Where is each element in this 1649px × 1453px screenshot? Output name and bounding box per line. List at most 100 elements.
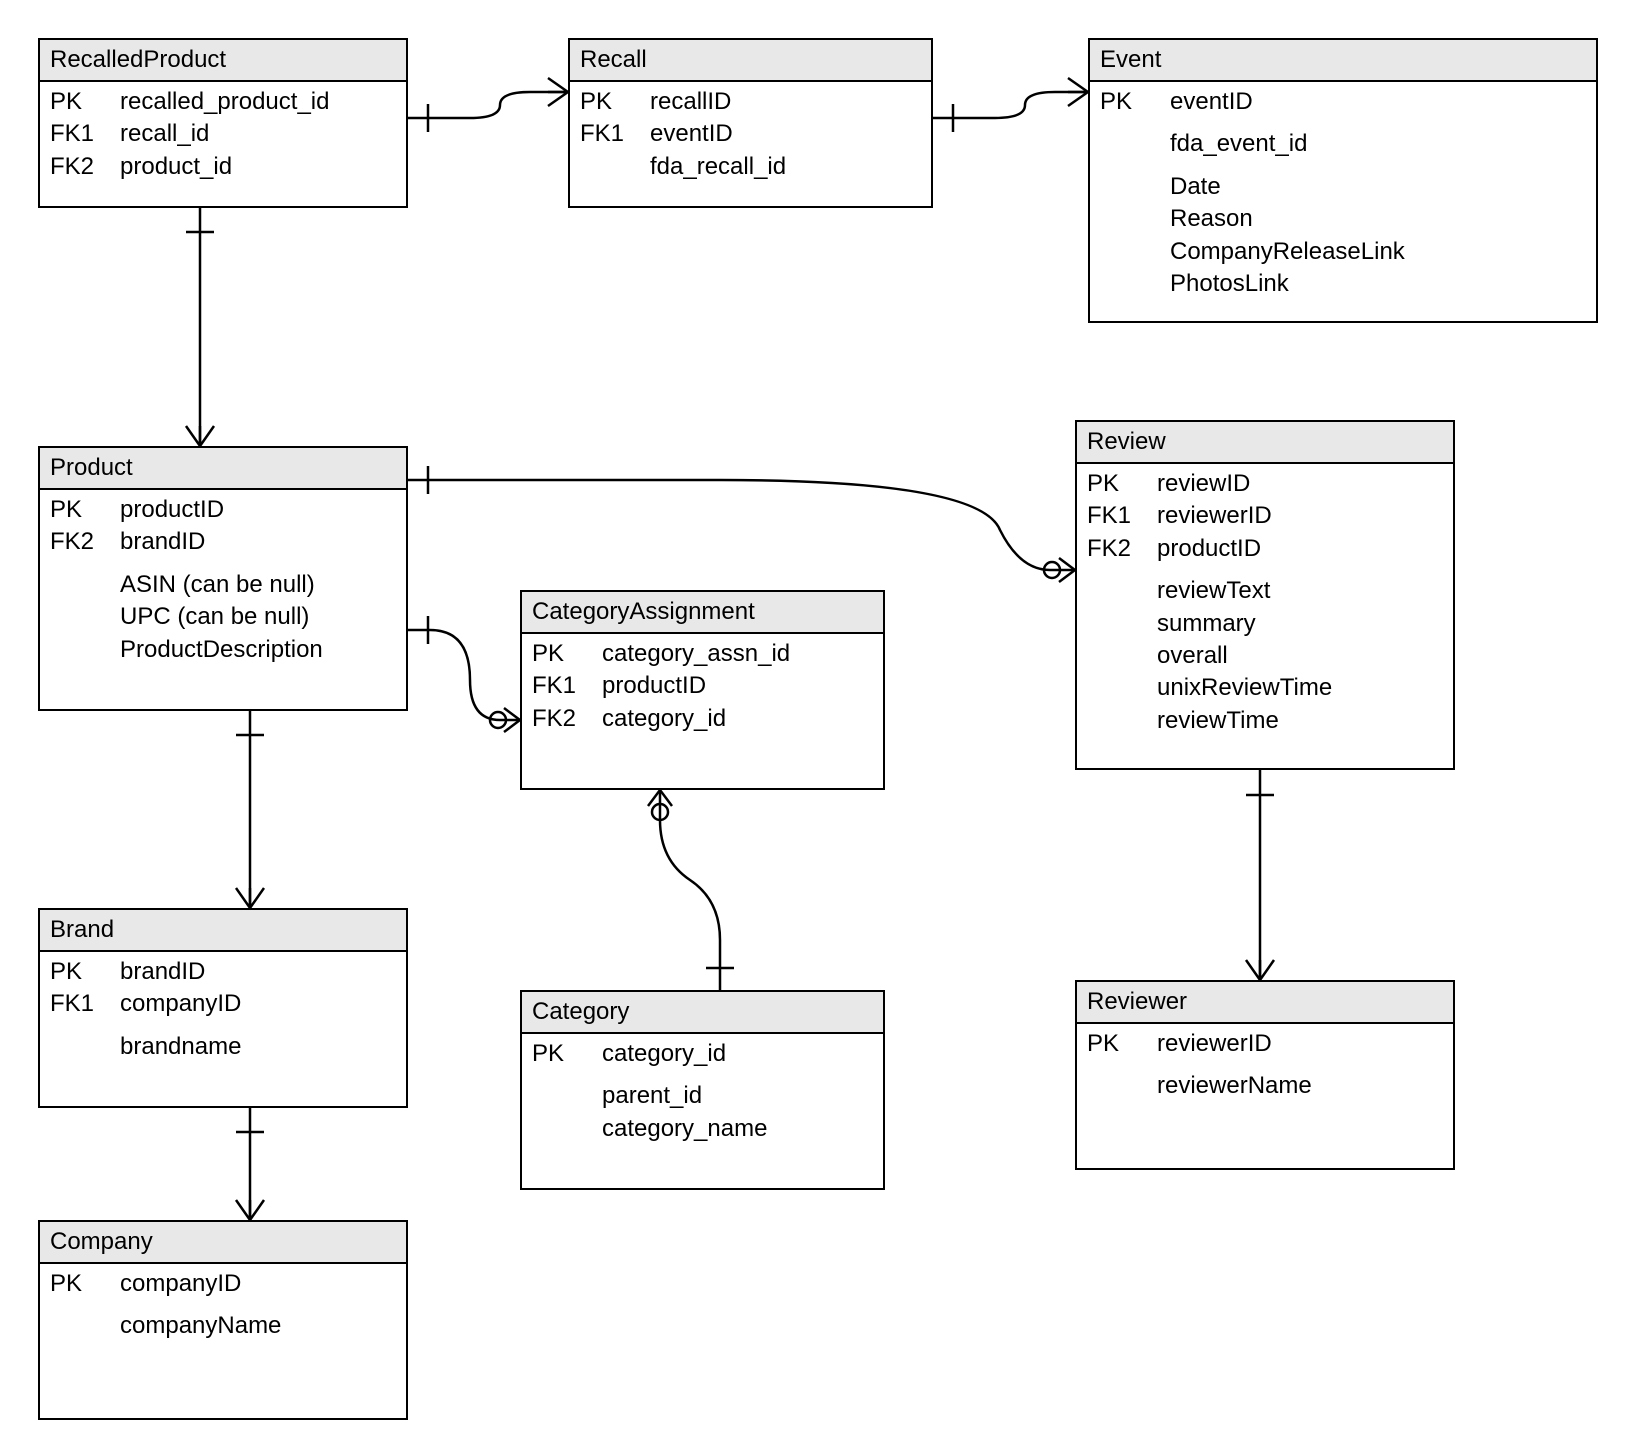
key-label: FK2 — [532, 703, 602, 735]
key-label: FK2 — [1087, 533, 1157, 565]
key-label: PK — [1100, 86, 1170, 118]
attribute-row: Reason — [1090, 203, 1596, 235]
attribute-name: reviewTime — [1157, 705, 1443, 737]
entity-recall: RecallPKrecallIDFK1eventIDfda_recall_id — [568, 38, 933, 208]
key-label: FK2 — [50, 151, 120, 183]
attribute-name: CompanyReleaseLink — [1170, 236, 1586, 268]
attribute-name: eventID — [650, 118, 921, 150]
attribute-row: reviewText — [1077, 575, 1453, 607]
attribute-name: reviewerName — [1157, 1070, 1443, 1102]
entity-product: Product PKproductIDFK2brandID ASIN (can be… — [38, 446, 408, 711]
entity-body: PKproductIDFK2brandID ASIN (can be null)U… — [40, 490, 406, 676]
attribute-name: category_id — [602, 703, 873, 735]
entity-title: Event — [1090, 40, 1596, 82]
attribute-name: companyID — [120, 988, 396, 1020]
attribute-row: FK2productID — [1077, 533, 1453, 565]
key-label: PK — [50, 956, 120, 988]
entity-review: ReviewPKreviewIDFK1reviewerIDFK2productI… — [1075, 420, 1455, 770]
attribute-name: unixReviewTime — [1157, 672, 1443, 704]
row-gap — [40, 1300, 406, 1310]
attribute-name: brandID — [120, 526, 396, 558]
attribute-name: ProductDescription — [120, 634, 396, 666]
attribute-name: reviewID — [1157, 468, 1443, 500]
attribute-row: PKproductID — [40, 494, 406, 526]
attribute-row: PKreviewerID — [1077, 1028, 1453, 1060]
attribute-name: companyID — [120, 1268, 396, 1300]
entity-title: Reviewer — [1077, 982, 1453, 1024]
attribute-row: ProductDescription — [40, 634, 406, 666]
attribute-row: PhotosLink — [1090, 268, 1596, 300]
key-label: FK1 — [532, 670, 602, 702]
attribute-name: product_id — [120, 151, 396, 183]
entity-body: PKcategory_idparent_idcategory_name — [522, 1034, 883, 1155]
key-label: PK — [532, 1038, 602, 1070]
attribute-row: summary — [1077, 608, 1453, 640]
attribute-name: category_assn_id — [602, 638, 873, 670]
attribute-name: summary — [1157, 608, 1443, 640]
key-label: FK2 — [50, 526, 120, 558]
attribute-row: ASIN (can be null) — [40, 569, 406, 601]
attribute-row: unixReviewTime — [1077, 672, 1453, 704]
entity-title: Category — [522, 992, 883, 1034]
attribute-row: CompanyReleaseLink — [1090, 236, 1596, 268]
entity-body: PKeventIDfda_event_idDateReasonCompanyRe… — [1090, 82, 1596, 310]
attribute-row: companyName — [40, 1310, 406, 1342]
attribute-row: reviewTime — [1077, 705, 1453, 737]
attribute-name: ASIN (can be null) — [120, 569, 396, 601]
attribute-row: FK2product_id — [40, 151, 406, 183]
key-label: FK1 — [580, 118, 650, 150]
attribute-row: fda_event_id — [1090, 128, 1596, 160]
attribute-name: recall_id — [120, 118, 396, 150]
attribute-name: Reason — [1170, 203, 1586, 235]
entity-title: Product — [40, 448, 406, 490]
row-gap — [1090, 118, 1596, 128]
attribute-name: productID — [1157, 533, 1443, 565]
key-label: FK1 — [1087, 500, 1157, 532]
attribute-row: PKrecalled_product_id — [40, 86, 406, 118]
attribute-name: companyName — [120, 1310, 396, 1342]
entity-brand: BrandPKbrandIDFK1companyIDbrandname — [38, 908, 408, 1108]
entity-body: PKrecalled_product_idFK1recall_idFK2prod… — [40, 82, 406, 193]
entity-event: EventPKeventIDfda_event_idDateReasonComp… — [1088, 38, 1598, 323]
attribute-row: FK1reviewerID — [1077, 500, 1453, 532]
row-gap — [40, 1021, 406, 1031]
entity-title: Recall — [570, 40, 931, 82]
attribute-row: FK1recall_id — [40, 118, 406, 150]
key-label: FK1 — [50, 988, 120, 1020]
attribute-name: brandID — [120, 956, 396, 988]
attribute-name: fda_event_id — [1170, 128, 1586, 160]
entity-category-assignment: CategoryAssignmentPKcategory_assn_idFK1p… — [520, 590, 885, 790]
attribute-name: UPC (can be null) — [120, 601, 396, 633]
attribute-row: PKcompanyID — [40, 1268, 406, 1300]
attribute-name: reviewerID — [1157, 500, 1443, 532]
row-gap — [1077, 1060, 1453, 1070]
entity-title: Company — [40, 1222, 406, 1264]
attribute-name: PhotosLink — [1170, 268, 1586, 300]
key-label: PK — [50, 1268, 120, 1300]
attribute-row: FK1eventID — [570, 118, 931, 150]
entity-body: PKbrandIDFK1companyID brandname — [40, 952, 406, 1073]
attribute-name: productID — [602, 670, 873, 702]
attribute-name: brandname — [120, 1031, 396, 1063]
attribute-row: PKcategory_assn_id — [522, 638, 883, 670]
key-label: FK1 — [50, 118, 120, 150]
entity-body: PKreviewerID reviewerName — [1077, 1024, 1453, 1113]
entity-title: RecalledProduct — [40, 40, 406, 82]
entity-reviewer: Reviewer PKreviewerID reviewerName — [1075, 980, 1455, 1170]
attribute-row: fda_recall_id — [570, 151, 931, 183]
attribute-name: category_id — [602, 1038, 873, 1070]
key-label: PK — [50, 86, 120, 118]
attribute-name: Date — [1170, 171, 1586, 203]
attribute-row: PKrecallID — [570, 86, 931, 118]
attribute-name: overall — [1157, 640, 1443, 672]
entity-body: PKrecallIDFK1eventIDfda_recall_id — [570, 82, 931, 193]
row-gap — [40, 559, 406, 569]
entity-body: PKcategory_assn_idFK1productIDFK2categor… — [522, 634, 883, 745]
entity-recalled-product: RecalledProductPKrecalled_product_idFK1r… — [38, 38, 408, 208]
attribute-name: reviewText — [1157, 575, 1443, 607]
attribute-name: recalled_product_id — [120, 86, 396, 118]
attribute-name: fda_recall_id — [650, 151, 921, 183]
attribute-row: PKreviewID — [1077, 468, 1453, 500]
attribute-row: parent_id — [522, 1080, 883, 1112]
entity-body: PKreviewIDFK1reviewerIDFK2productIDrevie… — [1077, 464, 1453, 747]
